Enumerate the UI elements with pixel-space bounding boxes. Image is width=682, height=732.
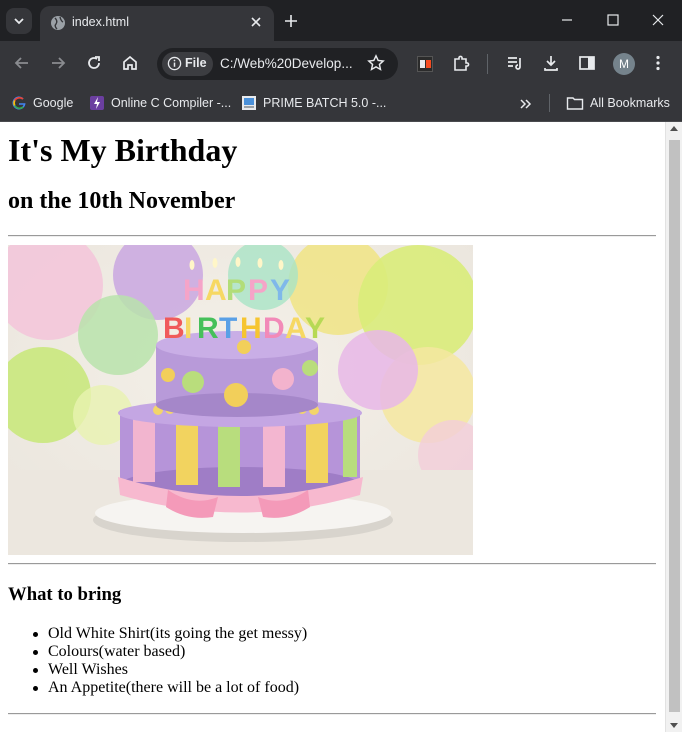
all-bookmarks-label: All Bookmarks (590, 96, 670, 110)
section-heading: What to bring (8, 584, 122, 605)
tab-title: index.html (72, 15, 129, 29)
scroll-thumb[interactable] (669, 140, 680, 712)
divider-top (8, 235, 656, 237)
folder-icon (566, 97, 584, 110)
page-viewport: It's My Birthday on the 10th November H … (0, 122, 682, 732)
page-subheading: on the 10th November (8, 188, 236, 214)
svg-text:P: P (248, 274, 268, 307)
chevron-double-right-icon[interactable] (519, 97, 533, 111)
svg-text:Y: Y (305, 312, 325, 345)
compiler-icon (90, 96, 104, 110)
svg-text:B: B (163, 312, 185, 345)
side-panel-icon[interactable] (577, 53, 597, 73)
file-chip-label: File (185, 56, 207, 70)
list-item: An Appetite(there will be a lot of food) (32, 679, 307, 697)
menu-dots-icon[interactable] (648, 53, 668, 73)
bookmark-star-icon[interactable] (367, 54, 385, 72)
bookmark-label: PRIME BATCH 5.0 -... (263, 96, 387, 110)
page-heading: It's My Birthday (8, 132, 238, 168)
svg-text:Y: Y (270, 274, 290, 307)
close-icon[interactable] (248, 14, 264, 30)
svg-text:I: I (184, 312, 192, 345)
puzzle-icon[interactable] (451, 53, 471, 73)
svg-text:A: A (285, 312, 307, 345)
svg-text:D: D (263, 312, 285, 345)
list-item: Colours(water based) (32, 643, 307, 661)
birthday-cake-image: H A P P Y B I R T H D A Y (8, 245, 473, 555)
chevron-down-icon (14, 18, 24, 25)
svg-text:R: R (197, 312, 219, 345)
page-content: It's My Birthday on the 10th November H … (0, 122, 664, 732)
back-icon[interactable] (12, 53, 32, 73)
site-info-chip[interactable]: File (162, 52, 213, 76)
tab-active[interactable]: index.html (40, 6, 274, 41)
address-bar[interactable]: File C:/Web%20Develop... (157, 48, 398, 80)
url-text: C:/Web%20Develop... (220, 56, 353, 71)
tab-search-button[interactable] (6, 8, 32, 34)
toolbar-divider (487, 54, 488, 74)
bookmark-label: Google (33, 96, 74, 110)
forward-icon[interactable] (48, 53, 68, 73)
bookmark-label: Online C Compiler -... (111, 96, 232, 110)
scroll-down-arrow-icon[interactable] (670, 723, 678, 728)
bring-list: Old White Shirt(its going the get messy)… (32, 625, 308, 697)
doc-icon (242, 96, 256, 110)
svg-text:A: A (205, 274, 227, 307)
minimize-icon[interactable] (559, 12, 575, 28)
bookmark-online-c-compiler[interactable]: Online C Compiler -... (89, 93, 231, 113)
reading-list-icon[interactable] (505, 53, 525, 73)
toolbar: File C:/Web%20Develop... (0, 41, 682, 87)
tab-strip: index.html (0, 0, 682, 41)
new-tab-icon[interactable] (282, 12, 300, 30)
bookmarks-divider (549, 94, 550, 112)
maximize-icon[interactable] (605, 12, 621, 28)
info-icon (167, 56, 182, 71)
download-icon[interactable] (541, 53, 561, 73)
bookmark-google[interactable]: Google (11, 93, 73, 113)
list-item: Old White Shirt(its going the get messy) (32, 625, 308, 642)
lighthouse-extension-icon[interactable] (417, 56, 433, 72)
list-item: Well Wishes (32, 661, 307, 679)
divider-bottom (8, 713, 656, 715)
google-icon (12, 96, 26, 110)
svg-text:H: H (183, 274, 205, 307)
bookmarks-bar: Google Online C Compiler -... PRIME BATC… (0, 87, 682, 122)
divider-middle (8, 563, 656, 565)
scroll-up-arrow-icon[interactable] (670, 126, 678, 131)
globe-icon (51, 16, 65, 30)
svg-text:T: T (219, 312, 237, 345)
home-icon[interactable] (120, 53, 140, 73)
vertical-scrollbar[interactable] (665, 122, 682, 732)
svg-text:P: P (226, 274, 246, 307)
all-bookmarks-button[interactable]: All Bookmarks (566, 93, 670, 113)
profile-avatar[interactable]: M (613, 53, 635, 75)
window-close-icon[interactable] (650, 12, 666, 28)
svg-text:H: H (240, 312, 262, 345)
bookmark-prime-batch[interactable]: PRIME BATCH 5.0 -... (241, 93, 386, 113)
reload-icon[interactable] (84, 53, 104, 73)
